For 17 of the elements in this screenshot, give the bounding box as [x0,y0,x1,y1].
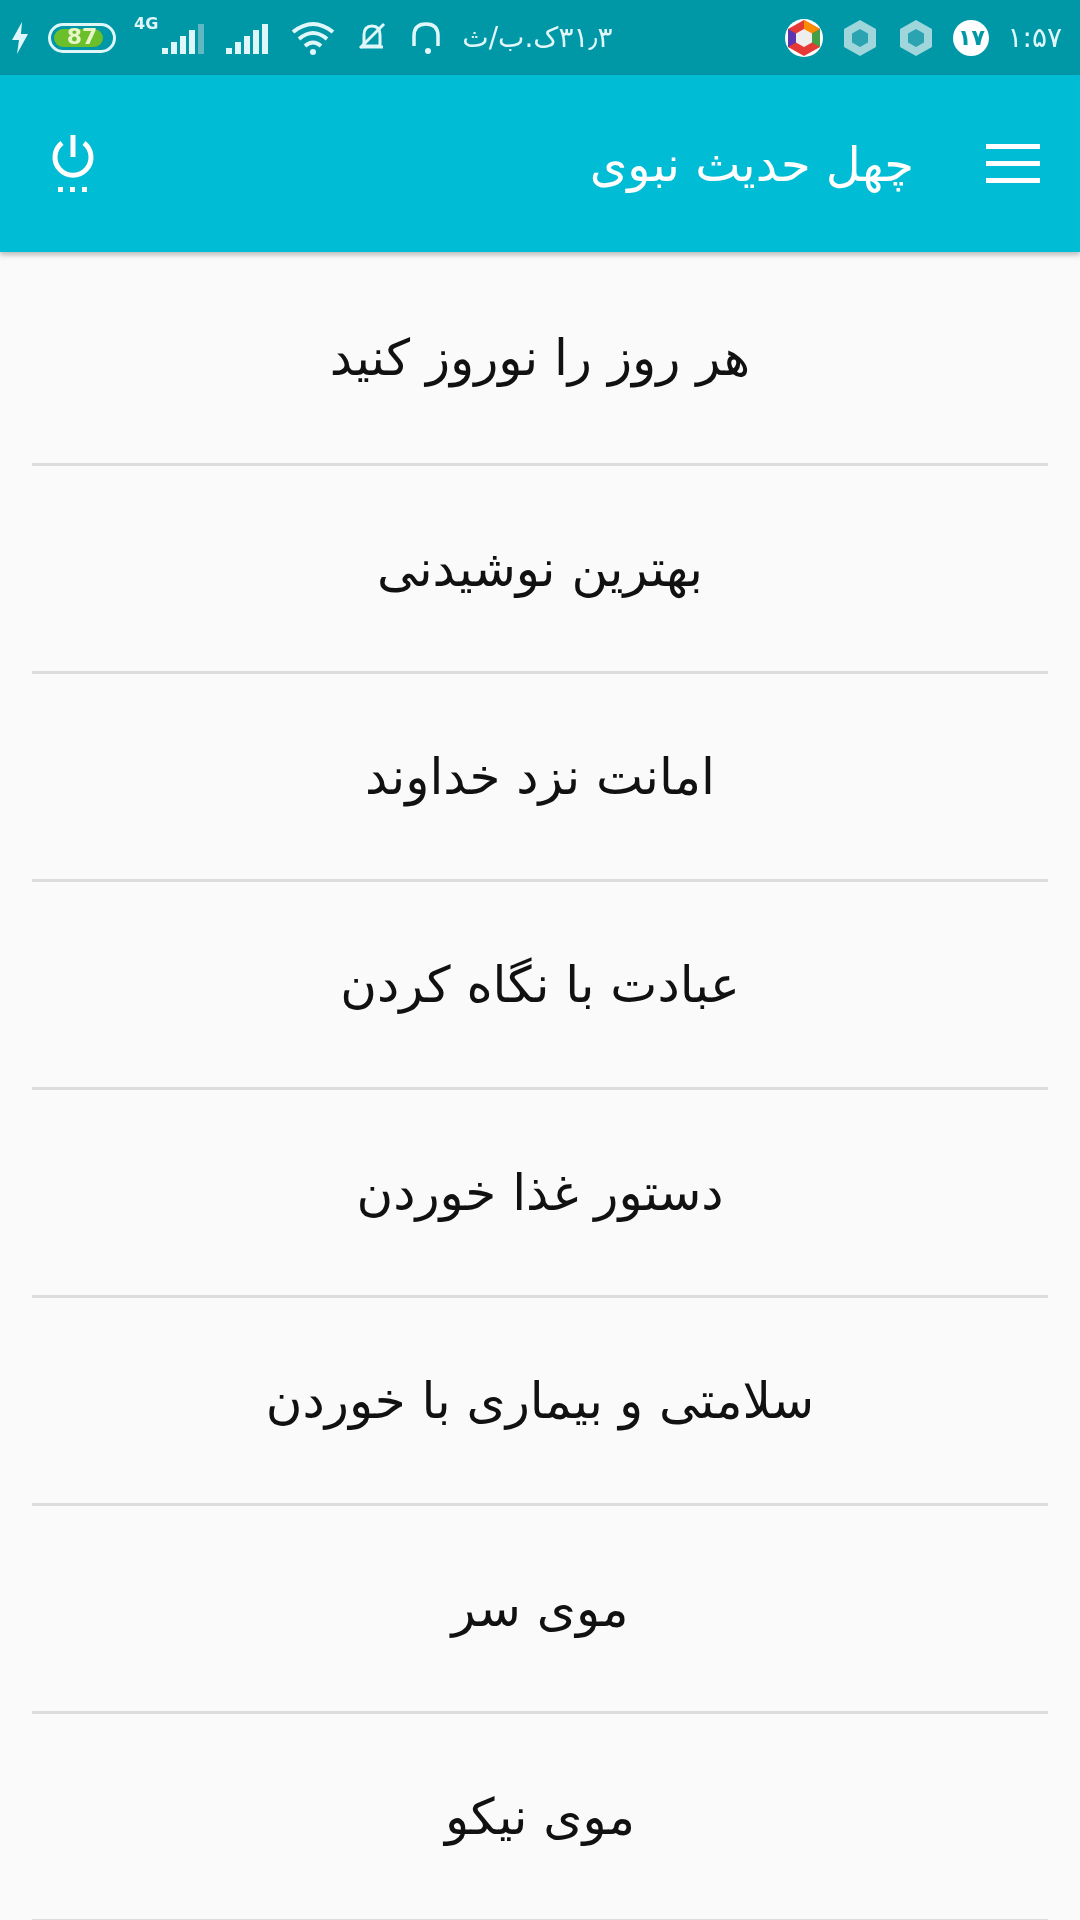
hadith-title[interactable]: سلامتی و بیماری با خوردن [265,1371,815,1430]
hadith-title[interactable]: بهترین نوشیدنی [376,539,704,598]
battery-indicator: 87 [48,22,116,53]
hadith-title[interactable]: موی نیکو [444,1787,636,1846]
hadith-title[interactable]: موی سر [451,1579,629,1638]
hadith-title[interactable]: دستور غذا خوردن [356,1163,724,1222]
app-title: چهل حدیث نبوی [589,135,914,192]
clock: ۱:۵۷ [1007,21,1062,54]
wifi-icon [290,19,337,56]
colorful-hexagon-icon [785,16,824,59]
menu-icon[interactable] [986,143,1040,184]
hadith-title[interactable]: امانت نزد خداوند [365,747,715,806]
network-speed: ۳۱٫۳ک.ب/ث [462,21,613,54]
notification-badge: ۱۷ [953,19,990,56]
hadith-title[interactable]: عبادت با نگاه کردن [340,955,740,1014]
hadith-title[interactable]: هر روز را نوروز کنید [329,328,751,387]
network-type: 4G [134,14,159,33]
